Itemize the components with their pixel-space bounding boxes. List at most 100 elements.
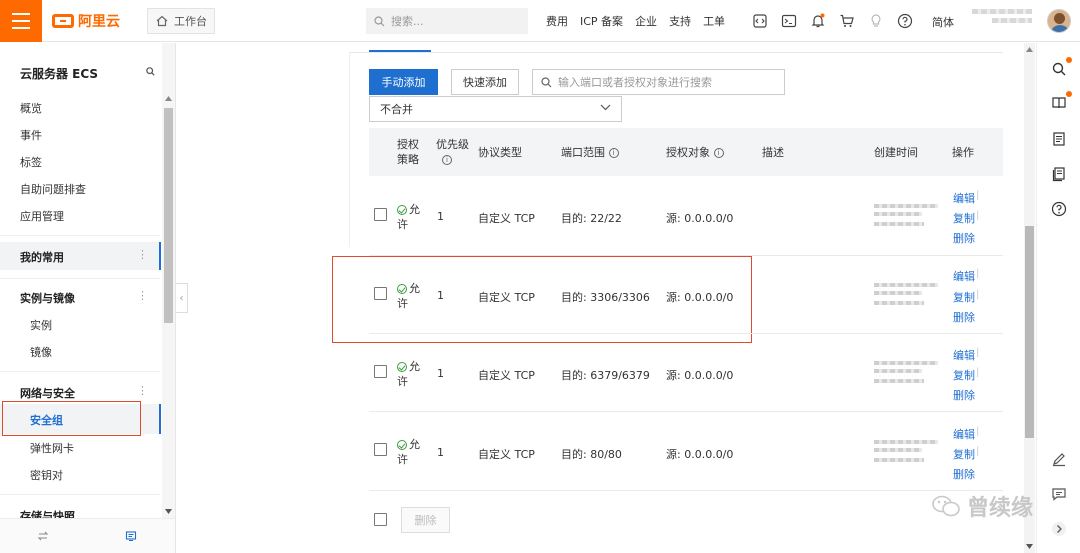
sidebar-group-favorites[interactable]: 我的常用 (20, 249, 64, 265)
search-icon[interactable] (1051, 61, 1067, 77)
policy-allow: 允许 (397, 359, 427, 389)
sidebar-item-images[interactable]: 镜像 (30, 344, 52, 360)
info-icon[interactable]: i (442, 155, 452, 165)
rule-search-field[interactable] (532, 69, 785, 95)
document-icon[interactable] (1051, 131, 1067, 147)
edit-link[interactable]: 编辑 (953, 190, 975, 206)
info-icon[interactable]: i (608, 148, 619, 158)
quick-add-button[interactable]: 快速添加 (451, 69, 519, 95)
row-checkbox[interactable] (374, 208, 387, 221)
delete-link[interactable]: 删除 (953, 466, 975, 482)
nav-link-billing[interactable]: 费用 (546, 13, 568, 29)
check-circle-icon (397, 205, 407, 215)
global-search[interactable]: 搜索... (366, 8, 528, 34)
row-divider (369, 490, 1003, 491)
cart-icon[interactable] (839, 13, 855, 29)
check-circle-icon (397, 440, 407, 450)
delete-link[interactable]: 删除 (953, 387, 975, 403)
edit-link[interactable]: 编辑 (953, 347, 975, 363)
copy-link[interactable]: 复制 (953, 210, 975, 226)
bulk-delete-button[interactable]: 删除 (401, 507, 450, 533)
merge-select[interactable]: 不合并 (369, 96, 622, 122)
scroll-up-arrow-icon[interactable] (165, 96, 172, 101)
sidebar-item-eni[interactable]: 弹性网卡 (30, 440, 74, 456)
th-ops: 操作 (952, 146, 974, 159)
object-cell: 源: 0.0.0.0/0 (666, 369, 734, 382)
search-icon (374, 15, 385, 26)
watermark-text: 曾续缘 (967, 496, 1034, 521)
workbench-button[interactable]: 工作台 (147, 8, 215, 34)
menu-button[interactable] (0, 0, 42, 42)
terminal-icon[interactable] (781, 13, 797, 29)
nav-link-enterprise[interactable]: 企业 (635, 13, 657, 29)
sidebar-item-events[interactable]: 事件 (20, 127, 42, 143)
content-divider (349, 52, 350, 247)
created-time-blurred (874, 379, 924, 383)
sidebar-group-instances[interactable]: 实例与镜像 (20, 290, 75, 306)
bell-icon[interactable] (810, 13, 826, 29)
search-icon (541, 76, 552, 87)
main-scroll-thumb[interactable] (1025, 226, 1034, 438)
sidebar-scroll-thumb[interactable] (164, 108, 173, 323)
sidebar-item-app-management[interactable]: 应用管理 (20, 208, 64, 224)
sidebar-item-instances[interactable]: 实例 (30, 317, 52, 333)
info-icon[interactable]: i (713, 148, 724, 158)
instances-more-icon[interactable]: ⋮ (137, 289, 148, 302)
aliyun-logo[interactable]: 阿里云 (52, 11, 120, 31)
delete-link[interactable]: 删除 (953, 230, 975, 246)
scroll-down-arrow-icon[interactable] (1026, 544, 1033, 549)
account-name-blurred[interactable] (972, 9, 1032, 33)
sidebar-divider (0, 494, 160, 495)
chevron-right-icon[interactable] (1051, 521, 1067, 537)
sidebar-group-network[interactable]: 网络与安全 (20, 385, 75, 401)
help-icon[interactable] (897, 13, 913, 29)
book-icon[interactable] (1051, 95, 1067, 111)
sidebar-item-keypairs[interactable]: 密钥对 (30, 467, 63, 483)
port-cell: 目的: 6379/6379 (561, 369, 650, 382)
collapse-sidebar-toggle[interactable]: ‹ (176, 283, 188, 313)
sidebar-item-tags[interactable]: 标签 (20, 154, 42, 170)
manual-add-button[interactable]: 手动添加 (369, 69, 438, 95)
edit-link[interactable]: 编辑 (953, 426, 975, 442)
th-object-label: 授权对象 (666, 146, 710, 159)
favorites-more-icon[interactable]: ⋮ (137, 248, 148, 261)
tab-bar-line (349, 52, 1003, 53)
layout-icon[interactable] (125, 530, 137, 542)
copy-link[interactable]: 复制 (953, 446, 975, 462)
notification-dot (1066, 57, 1072, 63)
th-object: 授权对象 i (666, 145, 724, 160)
select-all-checkbox[interactable] (374, 513, 387, 526)
created-time-blurred (874, 458, 924, 462)
row-checkbox[interactable] (374, 443, 387, 456)
language-switch[interactable]: 简体 (932, 14, 954, 30)
sidebar-item-troubleshoot[interactable]: 自助问题排查 (20, 181, 86, 197)
avatar[interactable] (1047, 9, 1071, 33)
edit-link[interactable]: 编辑 (953, 268, 975, 284)
created-time-blurred (874, 212, 922, 216)
brand-name: 阿里云 (78, 14, 120, 30)
chat-icon[interactable] (1051, 486, 1067, 502)
lightbulb-icon[interactable] (868, 13, 884, 29)
created-time-blurred (874, 204, 938, 208)
scroll-down-arrow-icon[interactable] (165, 509, 172, 514)
nav-link-icp[interactable]: ICP 备案 (580, 13, 623, 29)
copy-link[interactable]: 复制 (953, 289, 975, 305)
nav-link-support[interactable]: 支持 (669, 13, 691, 29)
delete-link[interactable]: 删除 (953, 309, 975, 325)
sidebar-search-icon[interactable] (146, 67, 155, 76)
scroll-up-arrow-icon[interactable] (1026, 47, 1033, 52)
code-icon[interactable] (752, 13, 768, 29)
nav-link-ticket[interactable]: 工单 (703, 13, 725, 29)
row-checkbox[interactable] (374, 365, 387, 378)
top-nav-icons (752, 0, 926, 42)
rule-search-input[interactable] (558, 75, 783, 89)
network-more-icon[interactable]: ⋮ (137, 384, 148, 397)
sidebar-item-overview[interactable]: 概览 (20, 100, 42, 116)
swap-icon[interactable] (37, 530, 49, 542)
chevron-down-icon (600, 104, 611, 111)
edit-feedback-icon[interactable] (1051, 451, 1067, 467)
help-icon[interactable] (1051, 201, 1067, 217)
manual-icon[interactable] (1051, 166, 1067, 182)
copy-link[interactable]: 复制 (953, 367, 975, 383)
policy-allow: 允许 (397, 202, 427, 232)
